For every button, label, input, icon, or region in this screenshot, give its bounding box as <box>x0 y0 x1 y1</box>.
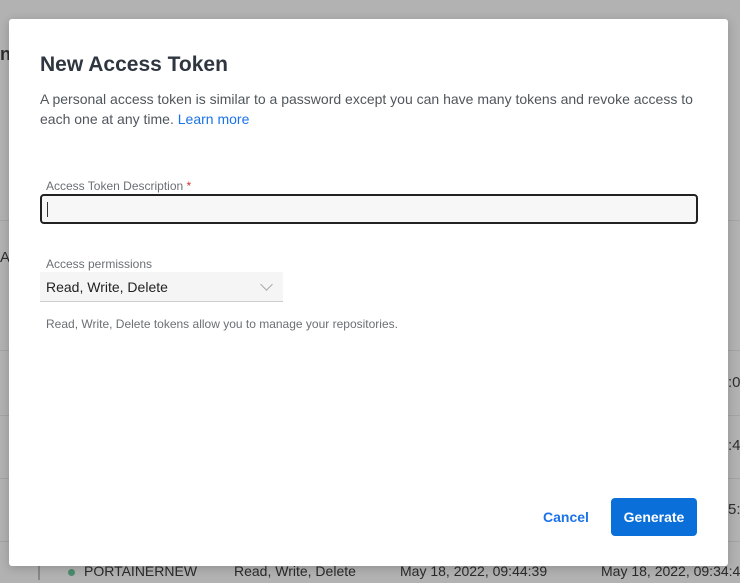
access-permissions-select[interactable]: Read, Write, Delete <box>40 272 283 302</box>
cancel-button[interactable]: Cancel <box>533 499 599 535</box>
chevron-down-icon <box>260 278 273 291</box>
permissions-label: Access permissions <box>46 257 153 271</box>
permissions-help-text: Read, Write, Delete tokens allow you to … <box>46 317 398 331</box>
checkbox <box>38 566 40 580</box>
access-token-description-input[interactable] <box>40 194 698 224</box>
required-mark: * <box>186 179 192 193</box>
selected-value: Read, Write, Delete <box>46 279 168 295</box>
dialog-description: A personal access token is similar to a … <box>40 89 700 129</box>
table-row: PORTAINERNEW Read, Write, Delete May 18,… <box>0 563 740 583</box>
dialog-title: New Access Token <box>40 53 228 76</box>
bg-fragment: :4 <box>728 437 740 454</box>
text-cursor <box>47 202 48 217</box>
bg-fragment: :0 <box>728 374 740 391</box>
description-text: A personal access token is similar to a … <box>40 91 693 127</box>
bg-fragment: 5:1 <box>728 501 740 518</box>
new-access-token-dialog: New Access Token A personal access token… <box>9 19 728 566</box>
description-field-label: Access Token Description * <box>46 179 191 193</box>
generate-button[interactable]: Generate <box>611 498 697 536</box>
status-dot-icon <box>68 569 75 576</box>
label-text: Access Token Description <box>46 179 184 193</box>
learn-more-link[interactable]: Learn more <box>178 111 250 127</box>
